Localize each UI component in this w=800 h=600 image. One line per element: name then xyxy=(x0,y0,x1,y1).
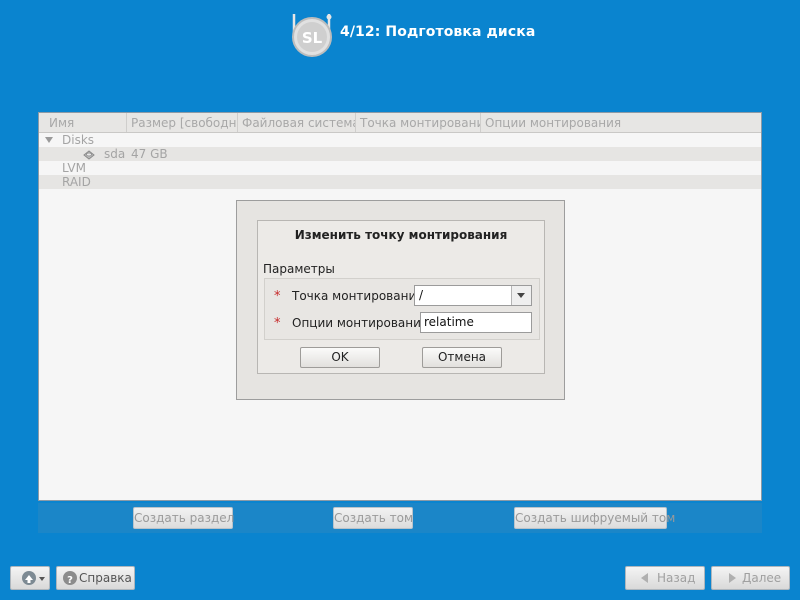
logo-text: SL xyxy=(302,29,323,47)
tree-label-disks: Disks xyxy=(62,133,95,147)
help-button[interactable]: ? Справка xyxy=(56,566,135,590)
column-header-mount-point[interactable]: Точка монтирования xyxy=(356,113,481,132)
column-header-name[interactable]: Имя xyxy=(39,113,127,132)
help-label: Справка xyxy=(79,571,132,585)
arrow-up-icon xyxy=(22,571,36,585)
step-title: 4/12: Подготовка диска xyxy=(340,24,536,40)
parameters-fieldset: * Точка монтирования / * Опции монтирова… xyxy=(264,278,540,340)
partition-actions-bar: Создать раздел Создать том Создать шифру… xyxy=(38,503,762,533)
combobox-dropdown-button[interactable] xyxy=(511,286,531,305)
chevron-down-icon xyxy=(39,577,45,581)
create-partition-button[interactable]: Создать раздел xyxy=(133,507,234,529)
next-button[interactable]: Далее xyxy=(711,566,790,590)
required-marker-icon: * xyxy=(274,289,281,304)
svg-text:?: ? xyxy=(67,575,73,586)
tree-size-sda: 47 GB xyxy=(131,147,168,161)
expand-arrow-icon[interactable] xyxy=(45,137,53,143)
mount-point-label: Точка монтирования xyxy=(292,289,424,303)
chevron-down-icon xyxy=(517,293,525,298)
create-volume-button[interactable]: Создать том xyxy=(333,507,413,529)
hard-disk-icon xyxy=(82,147,96,161)
installer-header: SL 4/12: Подготовка диска xyxy=(0,0,800,70)
next-label: Далее xyxy=(742,571,782,585)
required-marker-icon: * xyxy=(274,316,281,331)
arrow-left-icon xyxy=(641,573,648,583)
create-encrypted-volume-button[interactable]: Создать шифруемый том xyxy=(514,507,675,529)
parameters-section-label: Параметры xyxy=(263,262,335,276)
column-header-mount-options[interactable]: Опции монтирования xyxy=(481,113,761,132)
edit-mount-point-dialog: Изменить точку монтирования Параметры * … xyxy=(236,200,565,400)
tree-label-sda: sda xyxy=(104,147,126,161)
tree-row-disks[interactable]: Disks xyxy=(39,133,761,147)
dialog-title: Изменить точку монтирования xyxy=(294,228,508,242)
dialog-content: Изменить точку монтирования Параметры * … xyxy=(257,220,545,374)
back-button[interactable]: Назад xyxy=(625,566,705,590)
cancel-button[interactable]: Отмена xyxy=(422,347,502,368)
tree-row-sda[interactable]: sda 47 GB xyxy=(39,147,761,161)
mount-options-input[interactable]: relatime xyxy=(420,312,532,333)
tree-label-lvm: LVM xyxy=(62,161,86,175)
column-header-filesystem[interactable]: Файловая система xyxy=(238,113,356,132)
help-icon: ? xyxy=(63,571,77,586)
column-header-size[interactable]: Размер [свободно] xyxy=(127,113,238,132)
back-label: Назад xyxy=(657,571,696,585)
table-header: Имя Размер [свободно] Файловая система Т… xyxy=(39,113,761,133)
tree-row-raid[interactable]: RAID xyxy=(39,175,761,189)
scientific-linux-logo-icon: SL xyxy=(287,8,339,60)
tree-row-lvm[interactable]: LVM xyxy=(39,161,761,175)
mount-point-combobox[interactable]: / xyxy=(414,285,532,306)
mount-options-label: Опции монтирования xyxy=(292,316,429,330)
tree-label-raid: RAID xyxy=(62,175,91,189)
ok-button[interactable]: OK xyxy=(300,347,380,368)
mount-point-value[interactable]: / xyxy=(419,288,423,302)
arrow-right-icon xyxy=(729,573,736,583)
menu-dropdown-button[interactable] xyxy=(10,566,50,590)
